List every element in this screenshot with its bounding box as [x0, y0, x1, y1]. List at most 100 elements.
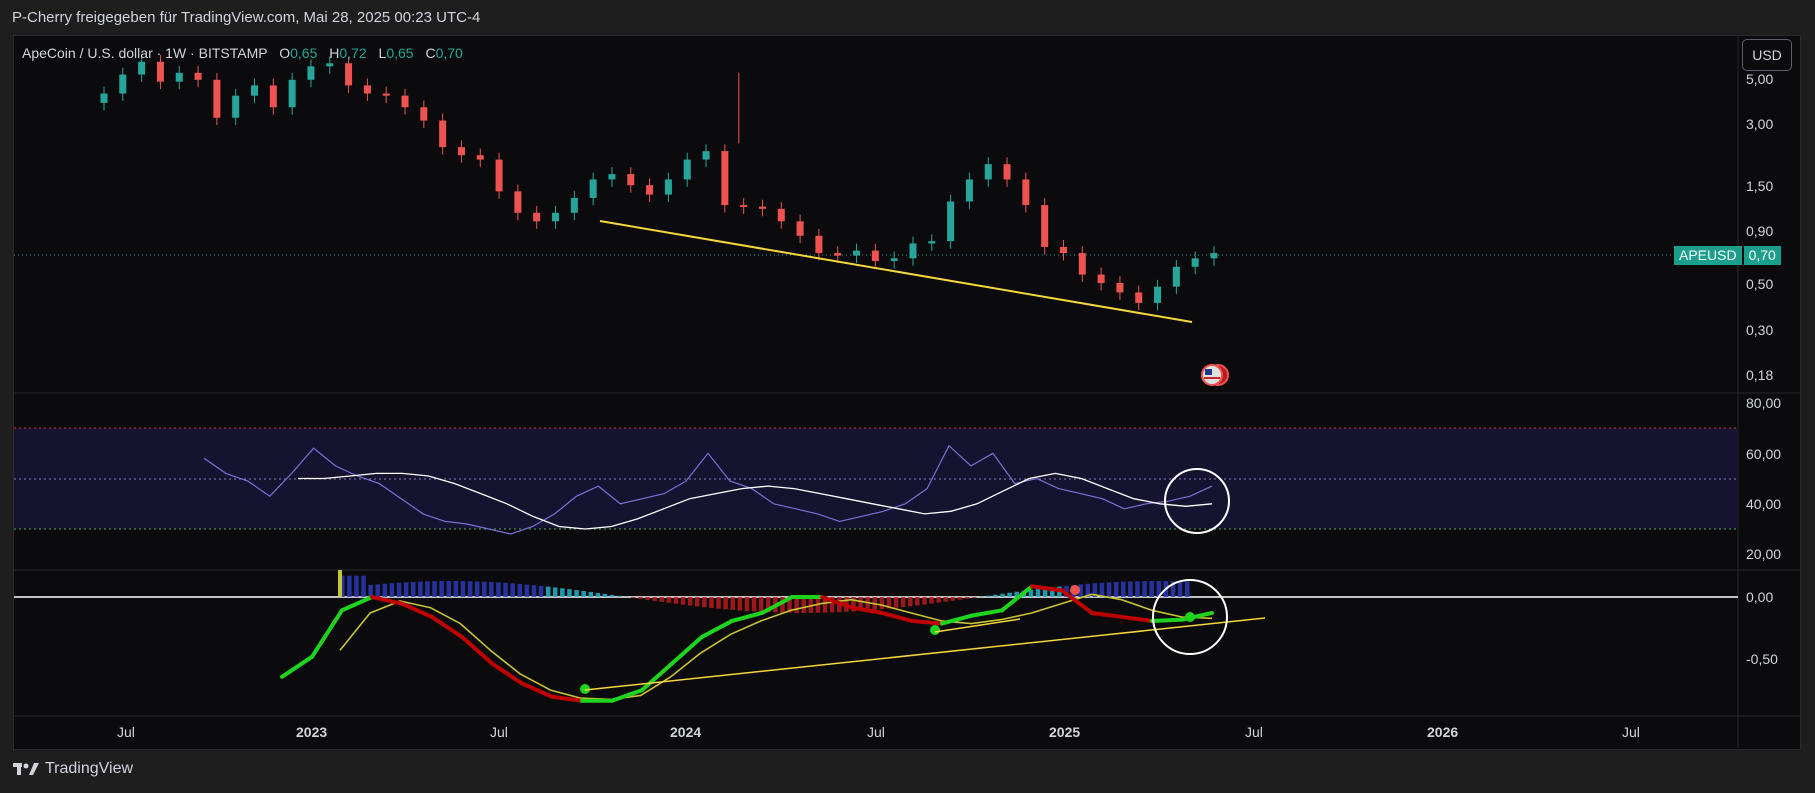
candle-body [570, 197, 578, 213]
macd-histogram-bar [723, 597, 728, 610]
open-value: 0,65 [290, 45, 318, 61]
macd-histogram-bar [922, 597, 927, 605]
candle-body [1097, 274, 1105, 284]
candle-body [646, 185, 654, 195]
macd-line-segment [670, 634, 704, 666]
macd-histogram-bar [645, 597, 650, 600]
candle-body [119, 74, 127, 94]
macd-histogram-bar [432, 581, 437, 597]
macd-line-segment [880, 610, 914, 623]
macd-tick: 0,00 [1746, 589, 1773, 605]
candle-body [702, 151, 710, 160]
candle-body [664, 179, 672, 195]
candle-body [947, 201, 955, 242]
macd-series [280, 570, 1214, 703]
price-tick: 0,30 [1746, 322, 1773, 338]
macd-histogram-bar [418, 581, 423, 597]
macd-histogram-bar [460, 581, 466, 597]
macd-histogram-bar [545, 586, 551, 597]
candle-body [740, 205, 748, 208]
high-label: H [329, 45, 340, 61]
candlestick-series [100, 54, 1218, 311]
macd-histogram-bar [382, 583, 388, 597]
symbol-legend[interactable]: ApeCoin / U.S. dollar · 1W · BITSTAMP O0… [22, 45, 463, 61]
candle-body [552, 212, 560, 222]
macd-line-segment [1150, 617, 1184, 623]
candle-body [890, 258, 898, 262]
candle-body [100, 93, 108, 103]
candle-body [307, 66, 315, 80]
macd-line-segment [340, 595, 374, 613]
candle-body [758, 206, 766, 209]
candle-body [345, 63, 353, 86]
macd-histogram-bar [1121, 581, 1126, 597]
macd-line-segment [1090, 610, 1124, 619]
macd-line-segment [850, 605, 884, 615]
macd-histogram-bar [474, 581, 480, 597]
macd-histogram-bar [361, 575, 366, 597]
candle-body [382, 93, 390, 96]
candle-body [457, 147, 465, 156]
macd-histogram-bar [1142, 581, 1147, 597]
macd-histogram-bar [375, 584, 380, 597]
macd-histogram-bar [986, 595, 991, 597]
rsi-tick: 60,00 [1746, 446, 1781, 462]
macd-histogram-bar [1099, 582, 1105, 597]
macd-histogram-bar [702, 597, 707, 608]
candle-body [1135, 292, 1143, 303]
candle-body [909, 243, 917, 259]
macd-histogram-bar [609, 594, 615, 597]
time-tick: Jul [1622, 724, 1640, 740]
low-value: 0,65 [386, 45, 414, 61]
price-axis[interactable]: 5,00 3,00 1,50 0,90 0,50 0,30 0,18 80,00… [1746, 71, 1781, 667]
price-tag-ticker: APEUSD [1674, 246, 1742, 265]
currency-button[interactable]: USD [1742, 39, 1792, 71]
macd-histogram-bar [581, 590, 586, 597]
macd-line-segment [370, 595, 404, 606]
candle-body [401, 95, 409, 108]
macd-histogram-bar [1128, 581, 1133, 597]
macd-histogram-bar [1007, 592, 1012, 597]
macd-line-segment [490, 661, 524, 686]
macd-histogram-bar [496, 582, 501, 597]
macd-histogram-bar [482, 581, 487, 597]
macd-histogram-bar [716, 597, 721, 609]
macd-histogram-bar [709, 597, 714, 608]
time-axis[interactable]: Jul 2023 Jul 2024 Jul 2025 Jul 2026 Jul [117, 724, 1640, 740]
price-tick: 0,50 [1746, 276, 1773, 292]
last-price-tag: APEUSD 0,70 [1674, 246, 1781, 265]
price-tick: 1,50 [1746, 178, 1773, 194]
chart-canvas[interactable]: 5,00 3,00 1,50 0,90 0,50 0,30 0,18 80,00… [0, 0, 1815, 793]
macd-histogram-bar [531, 585, 537, 597]
macd-histogram-bar [602, 593, 608, 597]
macd-histogram-bar [638, 597, 643, 599]
candle-body [1191, 258, 1199, 267]
candle-body [683, 159, 691, 180]
macd-histogram-bar [510, 583, 515, 597]
macd-histogram-bar [503, 582, 508, 597]
candle-body [326, 63, 334, 67]
candle-body [1022, 179, 1030, 206]
candle-body [1003, 164, 1011, 180]
time-tick: Jul [117, 724, 135, 740]
macd-histogram-bar [957, 597, 963, 600]
macd-line-segment [700, 618, 734, 639]
macd-histogram-bar [403, 582, 409, 597]
footer-brand[interactable]: TradingView [13, 760, 133, 778]
candle-body [1172, 266, 1180, 287]
macd-histogram-bar [1035, 588, 1041, 597]
macd-histogram-bar [744, 597, 750, 611]
candle-body [853, 250, 861, 256]
candle-body [269, 85, 277, 108]
candle-body [777, 208, 785, 222]
candle-body [251, 85, 259, 96]
macd-histogram-bar [936, 597, 941, 603]
macd-histogram-bar [751, 597, 757, 612]
macd-histogram-bar [588, 591, 593, 597]
price-tick: 3,00 [1746, 116, 1773, 132]
macd-histogram-bar [673, 597, 679, 604]
macd-histogram-bar [347, 575, 352, 597]
flag-marker[interactable] [1201, 364, 1229, 386]
macd-line-segment [280, 654, 314, 679]
candle-body [495, 159, 503, 192]
